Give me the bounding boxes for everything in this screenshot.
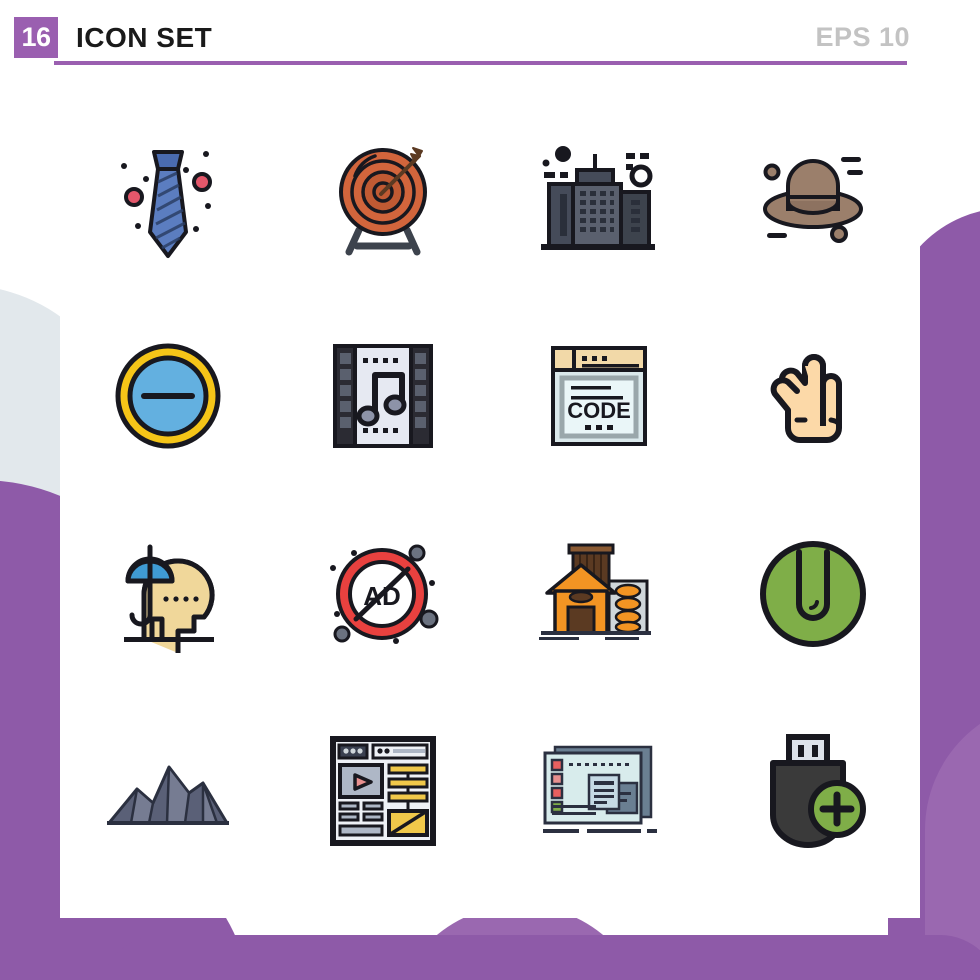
icon-cell-necktie[interactable] <box>60 100 275 298</box>
icon-cell-mountains[interactable] <box>60 693 275 891</box>
icon-cell-music-film[interactable] <box>275 298 490 496</box>
minus-circle-icon <box>115 343 220 449</box>
icon-cell-factory-house[interactable] <box>490 495 705 693</box>
header-bar: 16 ICON SET EPS 10 <box>0 0 980 63</box>
archery-target-icon <box>338 146 427 256</box>
icon-cell-presentation[interactable] <box>490 693 705 891</box>
header-divider <box>54 61 907 65</box>
icon-cell-archery-target[interactable] <box>275 100 490 298</box>
office-building-icon <box>540 145 655 250</box>
factory-house-icon <box>539 543 651 641</box>
icon-cell-usb-add[interactable] <box>705 693 920 891</box>
icon-cell-code-window[interactable]: CODE <box>490 298 705 496</box>
icon-count-badge: 16 <box>14 17 58 58</box>
mountains-icon <box>106 765 229 826</box>
background-blob-purple-right-light <box>925 700 980 980</box>
presentation-icon <box>542 745 657 833</box>
eps-version-label: EPS 10 <box>815 22 910 52</box>
icon-cell-minus-circle[interactable] <box>60 298 275 496</box>
background-blob-purple-bottom <box>100 935 980 980</box>
icon-set-canvas: 16 ICON SET EPS 10 CODE AD <box>0 0 980 980</box>
two-finger-hand-icon <box>770 354 842 444</box>
video-layout-icon <box>329 736 436 847</box>
hat-icon <box>762 156 863 243</box>
icon-cell-video-layout[interactable] <box>275 693 490 891</box>
ad-block-label: AD <box>363 581 401 611</box>
icon-cell-two-finger-hand[interactable] <box>705 298 920 496</box>
icon-cell-office-building[interactable] <box>490 100 705 298</box>
code-window-label: CODE <box>567 398 631 423</box>
code-window-icon: CODE <box>550 346 647 447</box>
icon-cell-ad-block[interactable]: AD <box>275 495 490 693</box>
usb-add-icon <box>769 733 866 848</box>
power-circle-icon <box>759 540 866 647</box>
page-title: ICON SET <box>76 22 213 53</box>
icon-grid: CODE AD <box>60 100 920 890</box>
icon-cell-power-circle[interactable] <box>705 495 920 693</box>
music-film-icon <box>332 344 433 449</box>
ad-block-icon: AD <box>330 544 439 645</box>
mind-umbrella-icon <box>123 544 215 654</box>
necktie-icon <box>120 149 212 258</box>
icon-cell-mind-umbrella[interactable] <box>60 495 275 693</box>
icon-cell-hat[interactable] <box>705 100 920 298</box>
